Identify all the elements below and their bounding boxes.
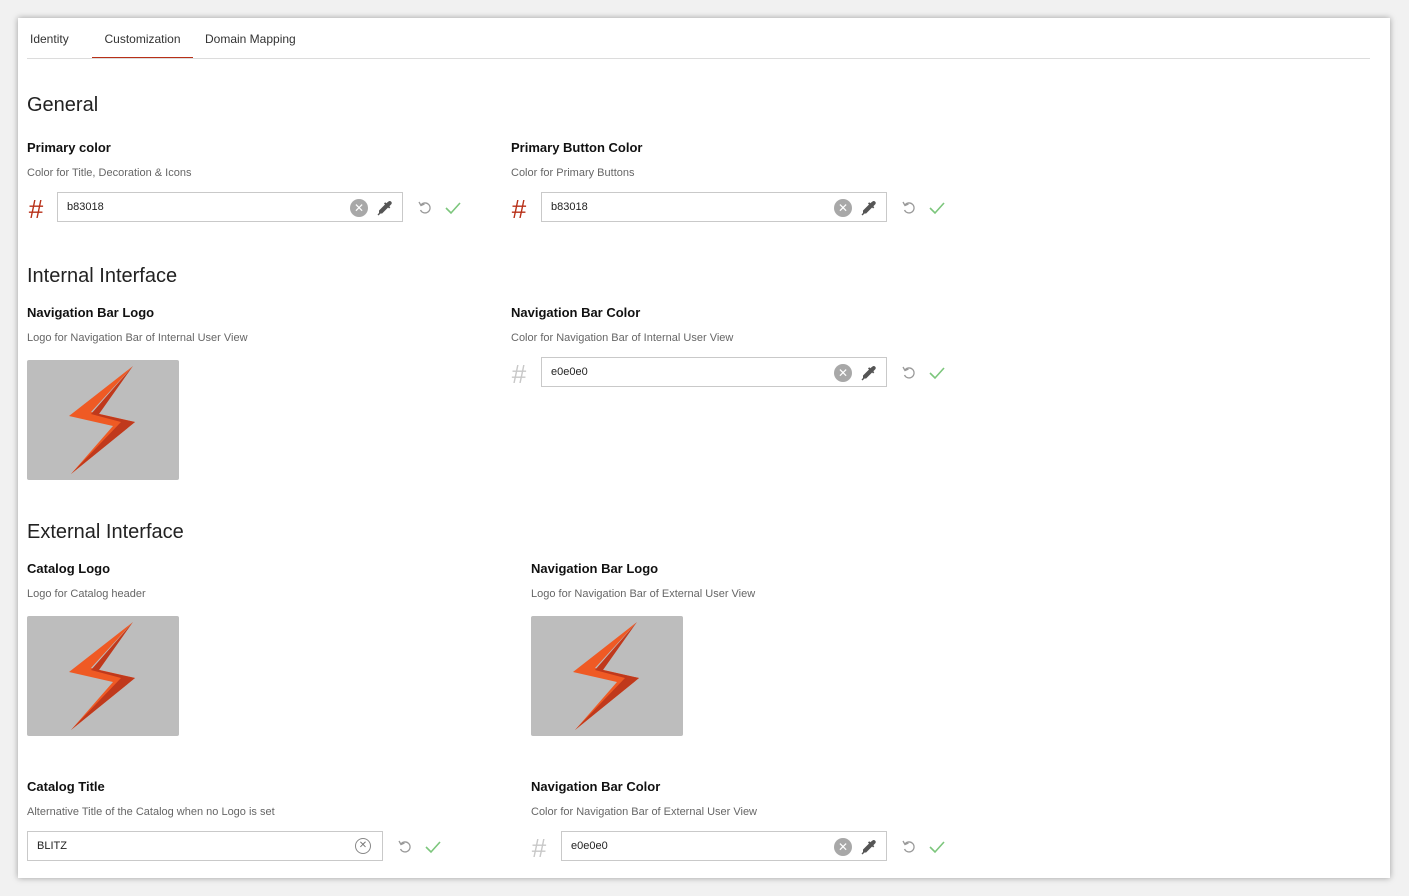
catalog-title-desc: Alternative Title of the Catalog when no… (27, 806, 275, 818)
internal-nav-color-desc: Color for Navigation Bar of Internal Use… (511, 332, 734, 344)
eyedropper-icon[interactable] (859, 364, 877, 382)
check-icon[interactable] (928, 199, 946, 217)
section-title-general: General (27, 94, 99, 116)
primary-button-color-label: Primary Button Color (511, 140, 643, 155)
settings-card: Identity Customization Domain Mapping Ge… (18, 18, 1390, 878)
hash-icon: # (28, 194, 44, 224)
catalog-title-label: Catalog Title (27, 779, 105, 794)
catalog-logo-desc: Logo for Catalog header (27, 588, 146, 600)
lightning-bolt-icon (69, 622, 135, 730)
check-icon[interactable] (928, 838, 946, 856)
catalog-logo-image[interactable] (27, 616, 179, 736)
undo-icon[interactable] (900, 364, 918, 382)
section-title-internal: Internal Interface (27, 265, 178, 287)
internal-nav-logo-label: Navigation Bar Logo (27, 305, 155, 320)
internal-nav-color-label: Navigation Bar Color (511, 305, 641, 320)
check-icon[interactable] (444, 199, 462, 217)
hash-icon: # (511, 359, 527, 389)
section-title-external: External Interface (27, 521, 184, 543)
external-nav-color-desc: Color for Navigation Bar of External Use… (531, 806, 758, 818)
tab-bar: Identity Customization Domain Mapping (27, 18, 1370, 59)
clear-icon[interactable]: ✕ (350, 199, 368, 217)
undo-icon[interactable] (900, 199, 918, 217)
undo-icon[interactable] (416, 199, 434, 217)
primary-color-label: Primary color (27, 140, 111, 155)
tab-domain-mapping[interactable]: Domain Mapping (205, 18, 315, 57)
primary-color-field: ✕ (57, 192, 403, 222)
catalog-title-input[interactable] (28, 832, 382, 860)
catalog-title-field: ✕ (27, 831, 383, 861)
internal-nav-logo-image[interactable] (27, 360, 179, 480)
primary-color-desc: Color for Title, Decoration & Icons (27, 167, 192, 179)
undo-icon[interactable] (900, 838, 918, 856)
check-icon[interactable] (424, 838, 442, 856)
primary-button-color-desc: Color for Primary Buttons (511, 167, 635, 179)
lightning-bolt-icon (573, 622, 639, 730)
hash-icon: # (531, 833, 547, 863)
eyedropper-icon[interactable] (859, 838, 877, 856)
clear-icon[interactable]: ✕ (834, 199, 852, 217)
external-nav-logo-desc: Logo for Navigation Bar of External User… (531, 588, 756, 600)
eyedropper-icon[interactable] (375, 199, 393, 217)
clear-icon[interactable]: ✕ (355, 838, 371, 854)
lightning-bolt-icon (69, 366, 135, 474)
external-nav-logo-label: Navigation Bar Logo (531, 561, 659, 576)
eyedropper-icon[interactable] (859, 199, 877, 217)
hash-icon: # (511, 194, 527, 224)
undo-icon[interactable] (396, 838, 414, 856)
internal-nav-color-field: ✕ (541, 357, 887, 387)
external-nav-color-label: Navigation Bar Color (531, 779, 661, 794)
internal-nav-logo-desc: Logo for Navigation Bar of Internal User… (27, 332, 248, 344)
catalog-logo-label: Catalog Logo (27, 561, 111, 576)
tab-identity[interactable]: Identity (30, 18, 90, 57)
tab-customization[interactable]: Customization (92, 18, 193, 58)
external-nav-color-field: ✕ (561, 831, 887, 861)
primary-button-color-field: ✕ (541, 192, 887, 222)
check-icon[interactable] (928, 364, 946, 382)
external-nav-logo-image[interactable] (531, 616, 683, 736)
clear-icon[interactable]: ✕ (834, 838, 852, 856)
clear-icon[interactable]: ✕ (834, 364, 852, 382)
